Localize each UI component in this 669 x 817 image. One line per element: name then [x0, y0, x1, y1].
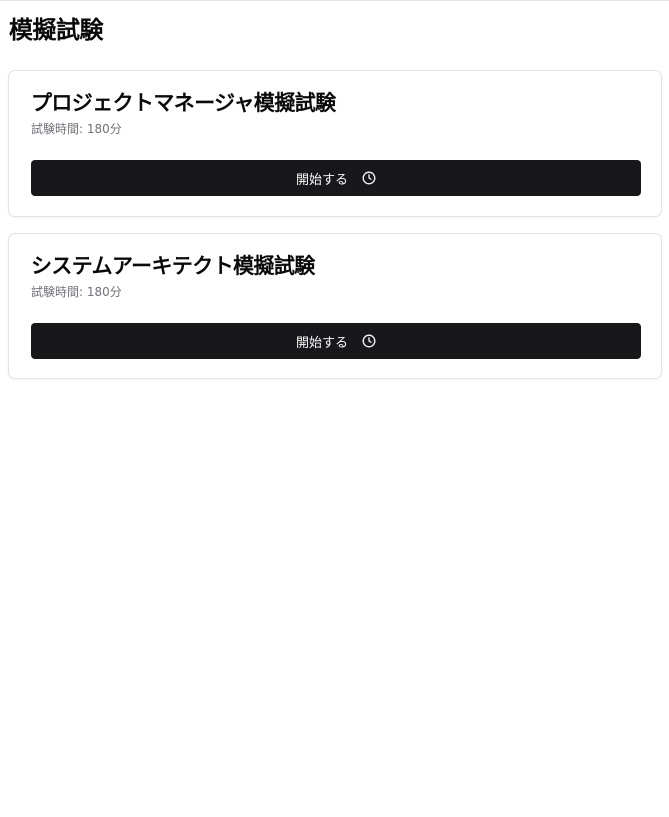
clock-icon: [362, 171, 376, 185]
start-exam-button[interactable]: 開始する: [31, 323, 641, 359]
exam-title: プロジェクトマネージャ模擬試験: [31, 91, 336, 115]
exam-card-system-architect: システムアーキテクト模擬試験 試験時間: 180分 開始する: [8, 233, 662, 379]
start-button-label: 開始する: [295, 172, 348, 188]
exam-card-project-manager: プロジェクトマネージャ模擬試験 試験時間: 180分 開始する: [8, 70, 662, 217]
exam-duration: 試験時間: 180分: [31, 285, 122, 299]
page-title: 模擬試験: [9, 16, 104, 44]
start-button-label: 開始する: [295, 335, 348, 351]
top-border: [0, 0, 669, 1]
exam-duration: 試験時間: 180分: [31, 122, 122, 136]
exam-title: システムアーキテクト模擬試験: [31, 254, 315, 278]
start-exam-button[interactable]: 開始する: [31, 160, 641, 196]
clock-icon: [362, 334, 376, 348]
